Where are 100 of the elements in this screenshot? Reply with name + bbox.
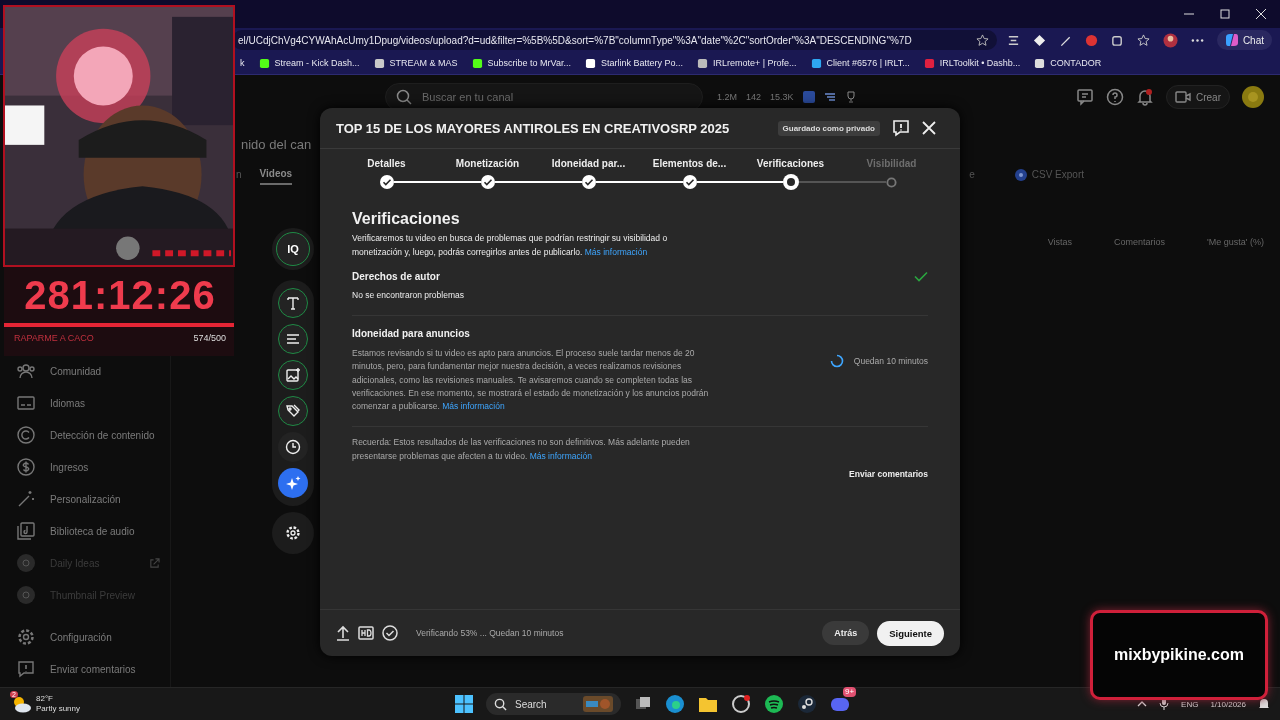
lines-icon-button[interactable] <box>278 324 308 354</box>
temperature: 82°F <box>36 694 54 704</box>
tag-icon-button[interactable] <box>278 396 308 426</box>
bookmark[interactable]: k <box>240 58 245 68</box>
chevron-up-icon[interactable] <box>1137 699 1148 709</box>
bookmark[interactable]: Client #6576 | IRLT... <box>810 57 910 69</box>
stat-value: 15.3K <box>770 92 794 102</box>
clock-icon-button[interactable] <box>278 432 308 462</box>
bookmark[interactable]: CONTADOR <box>1034 57 1102 69</box>
bell-icon[interactable] <box>1136 88 1154 106</box>
step-label[interactable]: Idoneidad par... <box>551 158 626 169</box>
send-feedback-link[interactable]: Enviar comentarios <box>849 469 928 480</box>
intro-text: Verificaremos tu video en busca de problemas que podrían restringir su visibilidad o monetización y, luego, podrás corregirlos antes de publicarlo. Más información <box>352 232 669 259</box>
step-label[interactable]: Detalles <box>367 158 406 169</box>
countdown-timer: 281:12:26 <box>24 273 216 317</box>
upload-status: Verificando 53% ... Quedan 10 minutos <box>416 628 564 638</box>
more-info-link[interactable]: Más información <box>442 401 505 412</box>
sidebar-item[interactable]: Ingresos <box>50 461 89 473</box>
next-button[interactable]: Siguiente <box>877 620 944 646</box>
column-header[interactable]: Comentarios <box>1114 237 1166 247</box>
start-icon[interactable] <box>455 695 473 713</box>
feedback-icon[interactable] <box>1076 88 1094 106</box>
close-icon[interactable] <box>1256 9 1266 19</box>
help-icon[interactable] <box>1106 88 1124 106</box>
maximize-icon[interactable] <box>1220 9 1230 19</box>
game-launcher-icon[interactable] <box>797 694 817 714</box>
bookmark[interactable]: Starlink Battery Po... <box>584 57 683 69</box>
text-icon <box>285 295 301 311</box>
image-icon-button[interactable] <box>278 360 308 390</box>
taskbar-search[interactable]: Search <box>486 693 621 715</box>
bookmark[interactable]: IRLToolkit • Dashb... <box>923 57 1021 69</box>
check-circle-icon[interactable] <box>382 625 398 641</box>
sidebar-item[interactable]: Biblioteca de audio <box>50 525 135 537</box>
feedback-icon[interactable] <box>892 119 910 137</box>
sidebar-item[interactable]: Personalización <box>50 493 121 505</box>
extension-logo-icon <box>16 585 36 605</box>
close-icon[interactable] <box>922 121 936 135</box>
step-label[interactable]: Verificaciones <box>756 158 825 169</box>
bookmark-favicon-icon <box>373 57 385 69</box>
music-library-icon <box>16 521 36 541</box>
app-icon[interactable] <box>731 694 751 714</box>
bookmark[interactable]: IRLremote+ | Profe... <box>696 57 797 69</box>
page-title: nido del can <box>241 137 312 152</box>
extension-logo-icon <box>16 553 36 573</box>
bell-icon[interactable] <box>1258 698 1270 710</box>
settings-icon <box>16 627 36 647</box>
bookmark[interactable]: STREAM & MAS <box>373 57 458 69</box>
hd-icon[interactable] <box>358 626 374 640</box>
avatar-icon[interactable] <box>1242 86 1264 108</box>
search-icon <box>396 89 412 105</box>
tag-icon <box>285 403 301 419</box>
star-icon[interactable] <box>975 33 989 47</box>
goal-label: RAPARME A CACO <box>14 333 94 343</box>
bookmark-favicon-icon <box>810 57 822 69</box>
puzzle-icon[interactable] <box>1110 33 1124 47</box>
clock-date[interactable]: 1/10/2026 <box>1210 699 1246 709</box>
avatar-icon[interactable] <box>1162 32 1178 48</box>
sidebar-item[interactable]: Idiomas <box>50 397 85 409</box>
feedback-icon <box>16 659 36 679</box>
clock-icon <box>285 439 301 455</box>
stat-value: 142 <box>746 92 762 102</box>
bookmark[interactable]: Stream - Kick Dash... <box>258 57 360 69</box>
music-app-icon[interactable] <box>764 694 784 714</box>
diamond-icon[interactable] <box>1032 33 1046 47</box>
column-header[interactable]: Vistas <box>1047 237 1072 247</box>
column-header[interactable]: 'Me gusta' (%) <box>1207 237 1264 247</box>
filter-icon[interactable] <box>823 91 836 103</box>
time-remaining: Quedan 10 minutos <box>853 355 928 366</box>
saved-status-badge: Guardado como privado <box>777 120 880 136</box>
image-icon <box>285 367 301 383</box>
trophy-icon[interactable] <box>844 91 857 103</box>
language-indicator[interactable]: ENG <box>1181 699 1199 709</box>
search-field[interactable]: Buscar en tu canal <box>385 83 703 111</box>
bookmark[interactable]: Subscribe to MrVar... <box>471 57 571 69</box>
check-title: Derechos de autor <box>352 271 441 282</box>
subtitles-icon <box>16 393 36 413</box>
content-tab[interactable]: Videos <box>259 168 293 185</box>
microphone-icon[interactable] <box>1159 698 1170 710</box>
bookmark-favicon-icon <box>584 57 596 69</box>
extension-icon[interactable] <box>1006 33 1020 47</box>
step-label[interactable]: Elementos de... <box>652 158 727 169</box>
bookmark-favicon-icon <box>696 57 708 69</box>
more-info-link[interactable]: Más información <box>529 451 593 461</box>
step-label[interactable]: Monetización <box>455 158 520 169</box>
folder-icon[interactable] <box>698 695 718 713</box>
sidebar-item[interactable]: Enviar comentarios <box>50 663 136 675</box>
upload-icon[interactable] <box>336 625 350 641</box>
address-bar[interactable]: el/UCdjChVg4CYWAhAcUmy1Dpug/videos/upload?d=ud&filter=%5B%5D&sort=%7B"columnType"%3A"date"%2C"sortOrder"%3A"DESCENDING"%7D <box>232 30 997 50</box>
sidebar-item[interactable]: Detección de contenido <box>50 429 155 441</box>
more-info-link[interactable]: Más información <box>584 246 648 257</box>
sparkle-icon-button[interactable] <box>278 468 308 498</box>
favorites-icon[interactable] <box>1136 33 1150 47</box>
chat-button[interactable]: Chat <box>1216 30 1272 50</box>
text-icon-button[interactable] <box>278 288 308 318</box>
create-button[interactable]: Crear <box>1166 85 1230 109</box>
browser-icon[interactable] <box>665 694 685 714</box>
sidebar-item[interactable]: Comunidad <box>50 365 102 377</box>
back-button[interactable]: Atrás <box>822 621 870 645</box>
sidebar-item[interactable]: Configuración <box>50 631 112 643</box>
stat-value: 1.2M <box>717 92 737 102</box>
